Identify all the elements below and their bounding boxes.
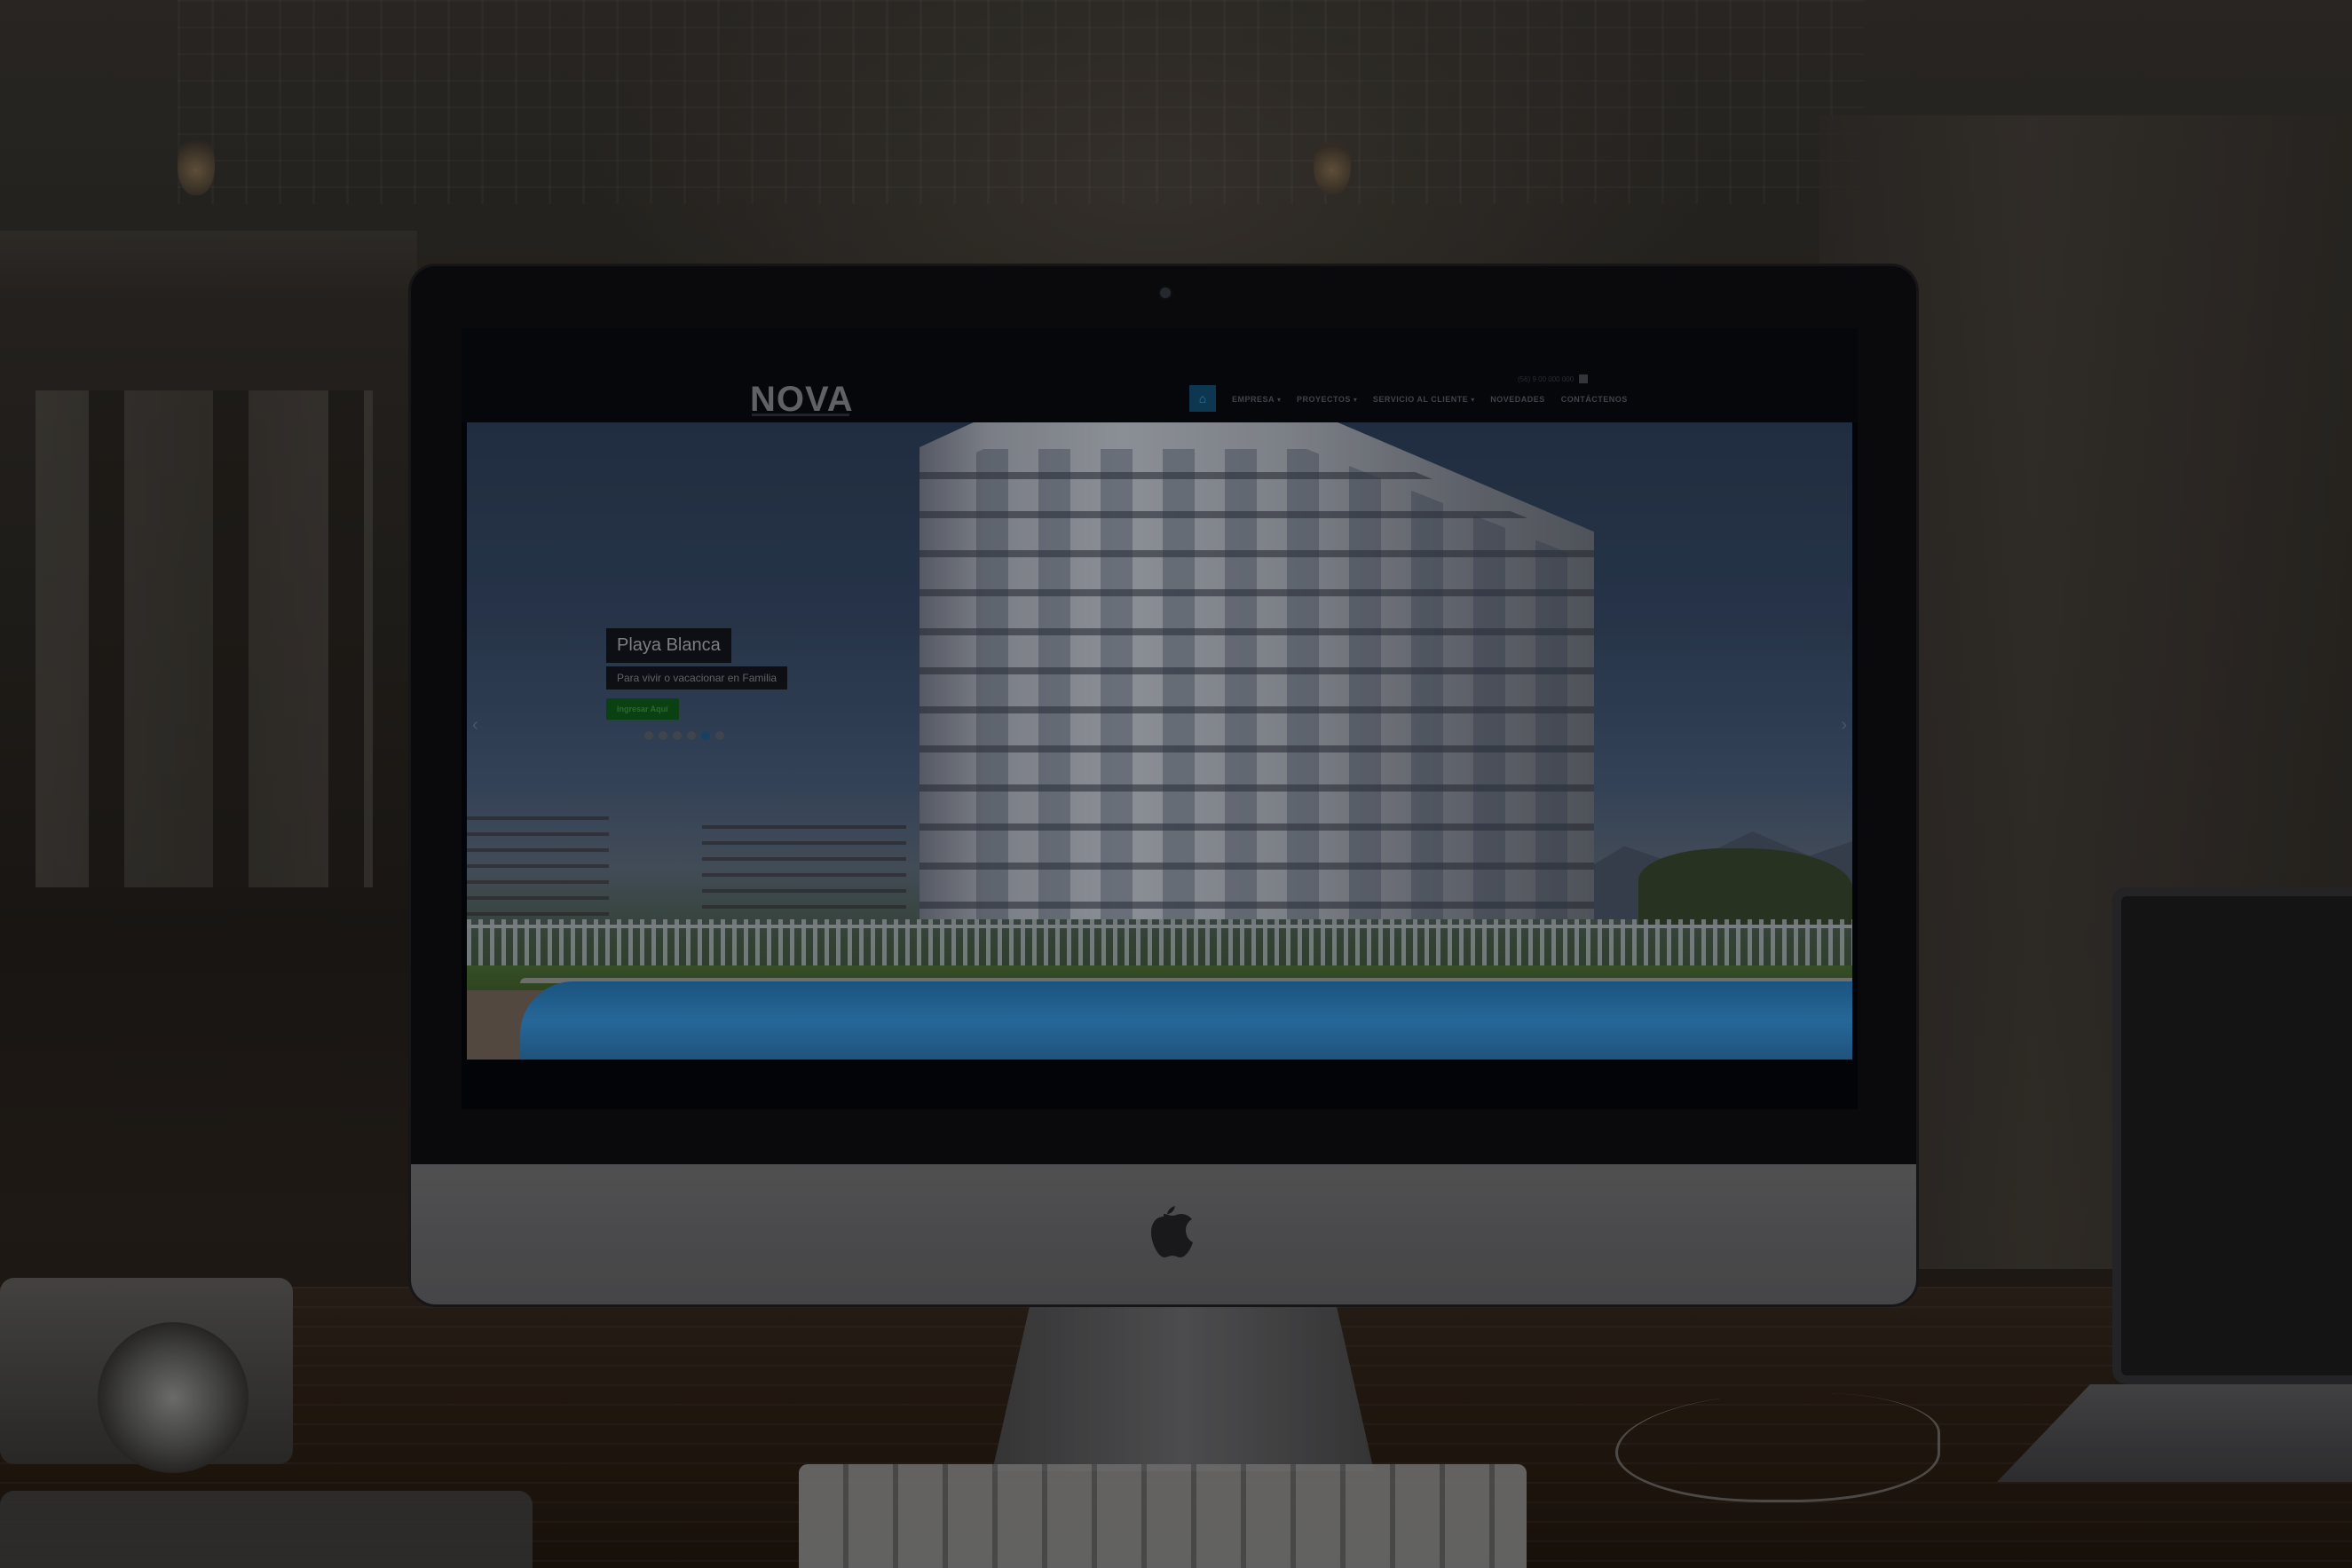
ceiling-texture bbox=[178, 0, 1864, 204]
slider-dots bbox=[644, 731, 724, 740]
nav-home-button[interactable]: ⌂ bbox=[1189, 385, 1216, 412]
slider-dot[interactable] bbox=[687, 731, 696, 740]
chevron-down-icon: ▾ bbox=[1471, 396, 1475, 404]
webcam bbox=[1158, 286, 1172, 300]
building-windows bbox=[946, 449, 1567, 919]
slider-dot[interactable] bbox=[673, 731, 682, 740]
nav-item-servicio-al-cliente[interactable]: SERVICIO AL CLIENTE ▾ bbox=[1373, 390, 1474, 406]
laptop-screen bbox=[2112, 887, 2352, 1384]
trees bbox=[1638, 848, 1852, 928]
background-building bbox=[467, 804, 609, 919]
nav-item-proyectos[interactable]: PROYECTOS ▾ bbox=[1297, 390, 1357, 406]
nav-item-contactenos[interactable]: CONTÁCTENOS bbox=[1561, 390, 1628, 406]
social-icon[interactable] bbox=[1579, 374, 1589, 383]
nav-item-empresa[interactable]: EMPRESA ▾ bbox=[1232, 390, 1281, 406]
logo-tagline bbox=[752, 414, 849, 416]
home-icon: ⌂ bbox=[1198, 391, 1207, 406]
swimming-pool bbox=[520, 981, 1852, 1060]
slider-dot[interactable] bbox=[715, 731, 724, 740]
nav-label: EMPRESA bbox=[1232, 395, 1275, 404]
background-window bbox=[36, 390, 373, 887]
slide-subtitle: Para vivir o vacacionar en Familia bbox=[606, 666, 788, 689]
slider-dot[interactable] bbox=[659, 731, 667, 740]
camera-lens bbox=[98, 1322, 249, 1473]
slide-cta-button[interactable]: Ingresar Aquí bbox=[606, 698, 679, 720]
slider-dot[interactable] bbox=[644, 731, 653, 740]
pendant-lamp bbox=[1314, 133, 1351, 195]
nav-label: SERVICIO AL CLIENTE bbox=[1372, 395, 1469, 404]
pendant-lamp bbox=[178, 133, 215, 195]
slider-dot-active[interactable] bbox=[701, 731, 710, 740]
fence-rail bbox=[467, 925, 1852, 928]
chevron-down-icon: ▾ bbox=[1277, 396, 1282, 404]
apple-logo-icon bbox=[1151, 1206, 1193, 1257]
main-nav: ⌂ EMPRESA ▾ PROYECTOS ▾ SERVICIO AL CLIENT… bbox=[1189, 385, 1628, 412]
imac-screen: NOVA (56) 9 00 000 000 ⌂ EMPRESA ▾ PROYEC… bbox=[462, 328, 1858, 1109]
shelf bbox=[0, 231, 417, 302]
nav-label: CONTÁCTENOS bbox=[1560, 395, 1628, 404]
nav-item-novedades[interactable]: NOVEDADES bbox=[1490, 390, 1545, 406]
smartphone bbox=[0, 1491, 533, 1568]
top-contact: (56) 9 00 000 000 bbox=[1518, 374, 1589, 383]
chevron-left-icon[interactable]: ‹ bbox=[472, 715, 478, 736]
chevron-down-icon: ▾ bbox=[1353, 396, 1357, 404]
site-header: NOVA (56) 9 00 000 000 ⌂ EMPRESA ▾ PROYEC… bbox=[462, 328, 1858, 422]
imac-chin bbox=[411, 1164, 1916, 1304]
background-building bbox=[702, 813, 906, 919]
imac-stand bbox=[992, 1303, 1374, 1471]
nav-label: PROYECTOS bbox=[1297, 395, 1351, 404]
slide-title: Playa Blanca bbox=[606, 628, 731, 663]
keyboard bbox=[799, 1464, 1527, 1568]
hero-slider[interactable]: Playa Blanca Para vivir o vacacionar en … bbox=[467, 422, 1852, 1060]
phone-number[interactable]: (56) 9 00 000 000 bbox=[1518, 375, 1574, 383]
nav-label: NOVEDADES bbox=[1490, 395, 1545, 404]
slide-caption: Playa Blanca Para vivir o vacacionar en … bbox=[606, 628, 788, 720]
chevron-right-icon[interactable]: › bbox=[1841, 715, 1847, 736]
